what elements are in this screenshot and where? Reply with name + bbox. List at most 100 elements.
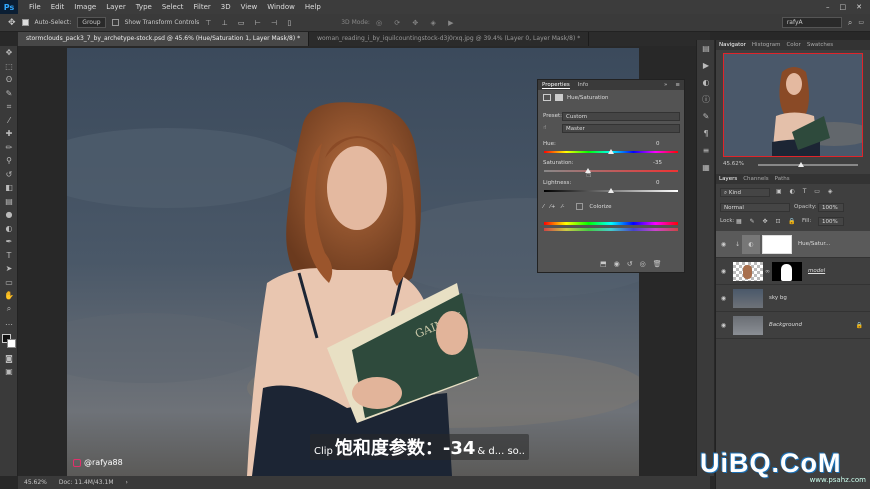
- mode-3d-icons[interactable]: ◎ ⟳ ✥ ◈ ▶: [376, 19, 459, 27]
- lock-icons[interactable]: ▦ ✎ ✥ ⊡ 🔒: [736, 218, 799, 225]
- menu-type[interactable]: Type: [131, 3, 157, 11]
- color-swatches-icon[interactable]: [0, 330, 18, 352]
- healing-tool-icon[interactable]: ✚: [0, 127, 18, 141]
- brush-settings-icon[interactable]: ✎: [697, 108, 715, 125]
- link-icon[interactable]: ∞: [765, 268, 770, 275]
- quick-mask-icon[interactable]: ◙: [0, 352, 18, 366]
- dodge-tool-icon[interactable]: ◐: [0, 222, 18, 236]
- hue-slider[interactable]: [544, 149, 678, 154]
- align-icons[interactable]: ⊤ ⊥ ▭ ⊢ ⊣ ▯: [205, 19, 295, 27]
- maximize-button[interactable]: □: [840, 3, 847, 11]
- eyedropper-icon[interactable]: ⁄: [543, 204, 544, 210]
- blur-tool-icon[interactable]: ●: [0, 208, 18, 222]
- preset-dropdown[interactable]: Custom: [562, 112, 680, 121]
- status-arrow-icon[interactable]: ›: [126, 479, 128, 486]
- layer-row[interactable]: ◉ ∞ model: [716, 258, 870, 285]
- menu-3d[interactable]: 3D: [216, 3, 236, 11]
- clip-to-layer-icon[interactable]: ⬒: [600, 260, 607, 268]
- lightness-value[interactable]: 0: [656, 180, 660, 186]
- menu-image[interactable]: Image: [69, 3, 101, 11]
- fill-field[interactable]: 100%: [818, 217, 844, 226]
- quick-select-tool-icon[interactable]: ✎: [0, 87, 18, 101]
- crop-tool-icon[interactable]: ⌗: [0, 100, 18, 114]
- layer-filter-icons[interactable]: ▣ ◐ T ▭ ◈: [776, 188, 835, 195]
- history-brush-tool-icon[interactable]: ↺: [0, 168, 18, 182]
- marquee-tool-icon[interactable]: ⬚: [0, 60, 18, 74]
- visibility-icon[interactable]: ◎: [640, 260, 646, 268]
- reset-icon[interactable]: ↺: [627, 260, 633, 268]
- history-icon[interactable]: ▤: [697, 40, 715, 57]
- actions-icon[interactable]: ▶: [697, 57, 715, 74]
- tab-woman-reading[interactable]: woman_reading_i_by_iquilcountingstock-d3…: [309, 32, 590, 46]
- workspace-icon[interactable]: ▭: [858, 19, 864, 26]
- saturation-value[interactable]: -35: [653, 160, 662, 166]
- tab-navigator[interactable]: Navigator: [719, 42, 746, 48]
- pen-tool-icon[interactable]: ✒: [0, 235, 18, 249]
- layer-name[interactable]: Hue/Satur...: [798, 241, 830, 247]
- adjustments-icon[interactable]: ◐: [697, 74, 715, 91]
- show-transform-checkbox[interactable]: [111, 19, 119, 26]
- blend-mode-dropdown[interactable]: Normal: [720, 203, 790, 212]
- lightness-slider[interactable]: [544, 188, 678, 193]
- tab-info[interactable]: Info: [578, 82, 588, 88]
- tab-channels[interactable]: Channels: [743, 176, 768, 182]
- gradient-tool-icon[interactable]: ▤: [0, 195, 18, 209]
- navigator-zoom-slider[interactable]: [758, 162, 858, 167]
- info-icon[interactable]: ⓘ: [697, 91, 715, 108]
- layer-row[interactable]: ◉ sky bg: [716, 285, 870, 312]
- brush-tool-icon[interactable]: ✏: [0, 141, 18, 155]
- menu-edit[interactable]: Edit: [46, 3, 70, 11]
- more-tools-icon[interactable]: …: [0, 316, 18, 330]
- workspace-dropdown[interactable]: rafyA: [781, 17, 842, 28]
- tab-properties[interactable]: Properties: [542, 82, 570, 89]
- layer-row[interactable]: ◉ Background 🔒: [716, 312, 870, 339]
- colorize-checkbox[interactable]: [576, 203, 584, 210]
- trash-icon[interactable]: 🗑: [653, 260, 662, 268]
- layer-filter-dropdown[interactable]: ⌕ Kind: [720, 188, 770, 197]
- channel-dropdown[interactable]: Master: [562, 124, 680, 133]
- menu-file[interactable]: File: [24, 3, 46, 11]
- menu-select[interactable]: Select: [157, 3, 189, 11]
- layer-mask-thumbnail[interactable]: [762, 234, 793, 254]
- layer-thumbnail[interactable]: [733, 288, 763, 308]
- eye-icon[interactable]: ◉: [716, 268, 731, 275]
- type-tool-icon[interactable]: T: [0, 249, 18, 263]
- collapse-icon[interactable]: »: [664, 82, 667, 88]
- layer-thumbnail[interactable]: [733, 261, 763, 281]
- path-select-tool-icon[interactable]: ➤: [0, 262, 18, 276]
- search-icon[interactable]: ⌕: [848, 18, 852, 28]
- auto-select-checkbox[interactable]: [21, 19, 29, 26]
- tab-paths[interactable]: Paths: [775, 176, 790, 182]
- menu-filter[interactable]: Filter: [188, 3, 215, 11]
- tab-histogram[interactable]: Histogram: [752, 42, 781, 48]
- layer-name[interactable]: sky bg: [769, 295, 787, 301]
- paragraph-icon[interactable]: ¶: [697, 125, 715, 142]
- eye-icon[interactable]: ◉: [716, 322, 731, 329]
- panel-menu-icon[interactable]: ≡: [675, 82, 680, 88]
- layer-row[interactable]: ◉ ↓ ◐ Hue/Satur...: [716, 231, 870, 258]
- layer-thumbnail[interactable]: [733, 315, 763, 335]
- menu-window[interactable]: Window: [262, 3, 300, 11]
- layer-name[interactable]: Background: [769, 322, 802, 328]
- libraries-icon[interactable]: ▦: [697, 159, 715, 176]
- view-previous-icon[interactable]: ◉: [614, 260, 620, 268]
- layer-mask-thumbnail[interactable]: [772, 261, 802, 281]
- adjustment-thumbnail[interactable]: ◐: [742, 234, 761, 254]
- hue-thumb[interactable]: [608, 149, 614, 154]
- zoom-level[interactable]: 45.62%: [24, 479, 47, 486]
- hand-tool-icon[interactable]: ✋: [0, 289, 18, 303]
- move-tool-icon[interactable]: ✥: [0, 46, 18, 60]
- eyedropper-plus-icon[interactable]: ⁄+: [550, 204, 556, 210]
- auto-select-dropdown[interactable]: Group: [77, 17, 106, 28]
- eye-icon[interactable]: ◉: [716, 241, 731, 248]
- eyedropper-tool-icon[interactable]: ⁄: [0, 114, 18, 128]
- screen-mode-icon[interactable]: ▣: [0, 365, 18, 379]
- eye-icon[interactable]: ◉: [716, 295, 731, 302]
- targeted-adjust-icon[interactable]: ☝: [543, 125, 546, 131]
- eyedropper-minus-icon[interactable]: ⁄-: [561, 204, 564, 210]
- minimize-button[interactable]: –: [826, 3, 830, 11]
- lasso-tool-icon[interactable]: ʘ: [0, 73, 18, 87]
- properties-icon[interactable]: ≡: [697, 142, 715, 159]
- layer-name[interactable]: model: [808, 268, 825, 274]
- saturation-slider[interactable]: [544, 168, 678, 173]
